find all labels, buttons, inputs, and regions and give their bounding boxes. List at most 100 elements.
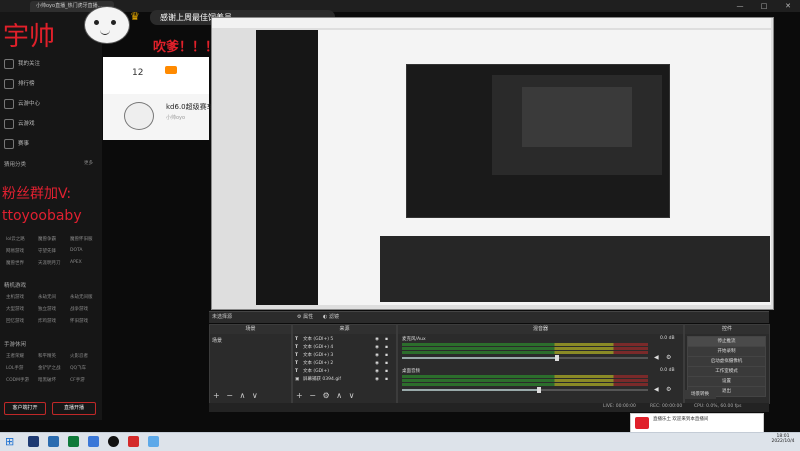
section3-link[interactable]: QQ飞车	[70, 365, 86, 371]
huya-app-icon[interactable]	[128, 436, 139, 447]
category-link[interactable]: 魔兽世界	[6, 260, 24, 266]
sidebar-item-label: 排行榜	[18, 81, 35, 87]
open-client-button[interactable]: 客户端打开	[4, 402, 46, 415]
trophy-icon	[4, 138, 14, 149]
nested-titlebar	[212, 18, 771, 28]
visibility-eye-icon[interactable]: ◉	[375, 336, 379, 343]
volume-slider-fill	[402, 389, 538, 391]
section3-link[interactable]: 金铲铲之战	[38, 365, 61, 371]
mixer-track-db: 0.0 dB	[660, 368, 675, 373]
section2-link[interactable]: 回忆游戏	[6, 318, 24, 324]
category-link[interactable]: 网易游戏	[6, 248, 24, 254]
volume-slider[interactable]	[402, 387, 648, 393]
gear-icon[interactable]: ⚙	[666, 354, 671, 361]
nested-deeper-preview	[492, 75, 662, 175]
browser-app-icon[interactable]	[68, 436, 79, 447]
live-time: LIVE: 00:00:00	[603, 404, 636, 409]
sources-title: 来源	[293, 325, 396, 334]
lock-icon[interactable]: ▪	[385, 352, 388, 359]
source-item[interactable]: T 文本 (GDI+) 5 ◉ ▪	[293, 336, 392, 343]
visibility-eye-icon[interactable]: ◉	[375, 352, 379, 359]
source-controls[interactable]: + − ⚙ ∧ ∨	[296, 391, 356, 400]
room-card[interactable]	[103, 94, 209, 140]
section3-link[interactable]: CF手游	[70, 377, 85, 383]
mute-speaker-icon[interactable]: ◀	[654, 386, 659, 393]
obs-app-icon[interactable]	[108, 436, 119, 447]
section3-link[interactable]: 暗黑破坏	[38, 377, 56, 383]
clock[interactable]: 18:01 2022/10/4	[769, 434, 797, 444]
sidebar-item[interactable]: 云游戏	[4, 118, 35, 130]
sidebar-item[interactable]: 赛事	[4, 138, 29, 150]
mascot-eye-left	[94, 20, 99, 25]
section2-link[interactable]: 独立游戏	[38, 306, 56, 312]
shout-overlay: 吹爹！！！	[153, 40, 219, 55]
source-item[interactable]: T 文本 (GDI+) ◉ ▪	[293, 368, 392, 375]
properties-tab[interactable]: ⚙ 属性	[297, 313, 313, 320]
lock-icon[interactable]: ▪	[385, 336, 388, 343]
crown-icon: ♛	[130, 10, 140, 23]
close-icon[interactable]: ✕	[776, 0, 800, 12]
search-app-icon[interactable]	[28, 436, 39, 447]
task-view-icon[interactable]	[48, 436, 59, 447]
room-avatar[interactable]	[124, 102, 154, 130]
section2-link[interactable]: 主机游戏	[6, 294, 24, 300]
nested-obs-docks	[380, 236, 770, 302]
section2-link[interactable]: 永劫无间	[38, 294, 56, 300]
mute-speaker-icon[interactable]: ◀	[654, 354, 659, 361]
category-link[interactable]: 天涯明月刀	[38, 260, 61, 266]
section3-link[interactable]: 和平精英	[38, 353, 56, 359]
visibility-eye-icon[interactable]: ◉	[375, 344, 379, 351]
source-item[interactable]: T 文本 (GDI+) 4 ◉ ▪	[293, 344, 392, 351]
section2-link[interactable]: 怀旧游戏	[70, 318, 88, 324]
section3-link[interactable]: 王者荣耀	[6, 353, 24, 359]
section2-link[interactable]: 炸鸡游戏	[38, 318, 56, 324]
scene-item[interactable]: 场景	[212, 337, 222, 344]
section3-link[interactable]: CODM手游	[6, 377, 29, 383]
scene-controls[interactable]: + − ∧ ∨	[213, 391, 260, 400]
lock-icon[interactable]: ▪	[385, 344, 388, 351]
notification-popup[interactable]: 直播乐土 欢迎来到本直播间	[630, 413, 764, 434]
edge-app-icon[interactable]	[88, 436, 99, 447]
volume-slider-knob[interactable]	[554, 355, 559, 361]
source-label: 文本 (GDI+) 5	[303, 337, 334, 342]
lock-icon[interactable]: ▪	[385, 360, 388, 367]
transition-button[interactable]: 场景转换	[684, 390, 716, 399]
visibility-eye-icon[interactable]: ◉	[375, 368, 379, 375]
sidebar-item[interactable]: 排行榜	[4, 78, 35, 90]
clock-date: 2022/10/4	[771, 439, 795, 444]
sidebar-item[interactable]: 我的关注	[4, 58, 40, 70]
category-link[interactable]: 魔兽怀旧服	[70, 236, 93, 242]
minimize-icon[interactable]: —	[728, 0, 752, 12]
volume-slider-knob[interactable]	[537, 387, 542, 393]
steam-app-icon[interactable]	[148, 436, 159, 447]
source-item[interactable]: T 文本 (GDI+) 3 ◉ ▪	[293, 352, 392, 359]
source-label: 文本 (GDI+)	[303, 369, 329, 374]
category-more-link[interactable]: 更多	[84, 160, 93, 166]
section2-link[interactable]: 大型游戏	[6, 306, 24, 312]
source-label: 文本 (GDI+) 3	[303, 353, 334, 358]
windows-start-icon[interactable]: ⊞	[5, 436, 14, 447]
volume-slider[interactable]	[402, 355, 648, 361]
source-item[interactable]: ▣ 屏幕捕获 0394.gif ◉ ▪	[293, 376, 392, 383]
section2-link[interactable]: 永劫无间版	[70, 294, 93, 300]
source-item[interactable]: T 文本 (GDI+) 2 ◉ ▪	[293, 360, 392, 367]
filters-tab[interactable]: ◐ 滤镜	[323, 313, 339, 320]
section3-link[interactable]: LOL手游	[6, 365, 23, 371]
category-link[interactable]: lol云之路	[6, 236, 25, 242]
follow-count: 12	[132, 68, 144, 78]
lock-icon[interactable]: ▪	[385, 368, 388, 375]
maximize-icon[interactable]: □	[752, 0, 776, 12]
visibility-eye-icon[interactable]: ◉	[375, 360, 379, 367]
category-link[interactable]: DOTA	[70, 248, 83, 253]
gear-icon[interactable]: ⚙	[666, 386, 671, 393]
sidebar-item[interactable]: 云游中心	[4, 98, 40, 110]
visibility-eye-icon[interactable]: ◉	[375, 376, 379, 383]
section3-link[interactable]: 火影忍者	[70, 353, 88, 359]
volume-meter	[402, 351, 648, 354]
category-link[interactable]: 魔兽争霸	[38, 236, 56, 242]
section2-link[interactable]: 战争游戏	[70, 306, 88, 312]
category-link[interactable]: 守望先锋	[38, 248, 56, 254]
category-link[interactable]: APEX	[70, 260, 82, 265]
start-live-button[interactable]: 直播开播	[52, 402, 96, 415]
lock-icon[interactable]: ▪	[385, 376, 388, 383]
